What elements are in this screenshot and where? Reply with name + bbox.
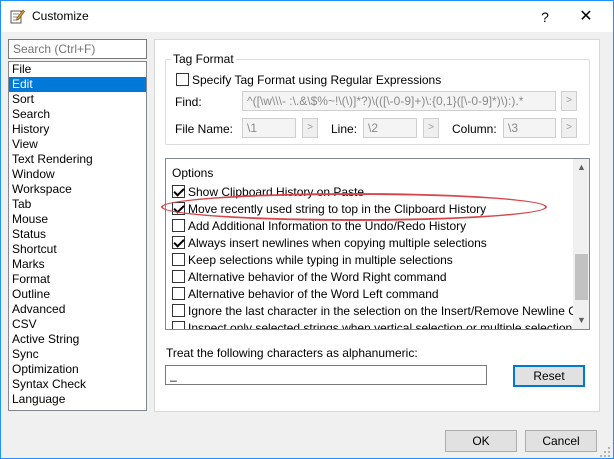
option-checkbox[interactable]	[172, 253, 185, 266]
option-checkbox[interactable]	[172, 287, 185, 300]
alnum-label: Treat the following characters as alphan…	[166, 346, 418, 360]
category-item-outline[interactable]: Outline	[9, 287, 146, 302]
option-checkbox[interactable]	[172, 270, 185, 283]
resize-grip-icon[interactable]	[599, 446, 611, 458]
category-item-text-rendering[interactable]: Text Rendering	[9, 152, 146, 167]
category-item-edit[interactable]: Edit	[9, 77, 146, 92]
category-item-csv[interactable]: CSV	[9, 317, 146, 332]
option-row[interactable]: Show Clipboard History on Paste	[166, 183, 574, 200]
category-item-syntax-check[interactable]: Syntax Check	[9, 377, 146, 392]
option-checkbox[interactable]	[172, 219, 185, 232]
line-label: Line:	[331, 122, 358, 136]
category-item-format[interactable]: Format	[9, 272, 146, 287]
file-name-arrow-button[interactable]: >	[302, 118, 318, 138]
option-checkbox[interactable]	[172, 202, 185, 215]
option-label: Keep selections while typing in multiple…	[188, 253, 453, 267]
option-row[interactable]: Add Additional Information to the Undo/R…	[166, 217, 574, 234]
category-item-sort[interactable]: Sort	[9, 92, 146, 107]
find-field[interactable]: ^([\w\\\- :\.&\$%~!\(\)]*?)\(([\-0-9]+)\…	[242, 91, 556, 111]
category-item-shortcut[interactable]: Shortcut	[9, 242, 146, 257]
option-label: Ignore the last character in the selecti…	[188, 304, 590, 318]
reset-button[interactable]: Reset	[513, 365, 585, 387]
option-row[interactable]: Keep selections while typing in multiple…	[166, 251, 574, 268]
option-row[interactable]: Alternative behavior of the Word Right c…	[166, 268, 574, 285]
title-bar: Customize ? ✕	[1, 1, 613, 32]
option-label: Always insert newlines when copying mult…	[188, 236, 487, 250]
options-list: Options Show Clipboard History on Paste M…	[165, 158, 590, 330]
window-title: Customize	[32, 9, 89, 23]
option-checkbox[interactable]	[172, 304, 185, 317]
close-button[interactable]: ✕	[569, 5, 603, 29]
category-list[interactable]: File Edit Sort Search History View Text Render…	[8, 61, 147, 411]
category-item-search[interactable]: Search	[9, 107, 146, 122]
category-item-tab[interactable]: Tab	[9, 197, 146, 212]
column-label: Column:	[452, 122, 497, 136]
line-arrow-button[interactable]: >	[423, 118, 439, 138]
category-item-history[interactable]: History	[9, 122, 146, 137]
tag-format-group-label: Tag Format	[171, 52, 236, 66]
option-row[interactable]: Alternative behavior of the Word Left co…	[166, 285, 574, 302]
category-item-workspace[interactable]: Workspace	[9, 182, 146, 197]
option-label: Move recently used string to top in the …	[188, 202, 487, 216]
category-item-view[interactable]: View	[9, 137, 146, 152]
file-name-field[interactable]: \1	[242, 118, 296, 138]
customize-dialog: Customize ? ✕ FileEditSortSearchHistoryV…	[0, 0, 614, 459]
option-label: Add Additional Information to the Undo/R…	[188, 219, 467, 233]
option-row[interactable]: Move recently used string to top in the …	[166, 200, 574, 217]
help-button[interactable]: ?	[532, 6, 558, 28]
option-row[interactable]: Inspect only selected strings when verti…	[166, 319, 589, 329]
category-item-optimization[interactable]: Optimization	[9, 362, 146, 377]
alnum-input[interactable]	[165, 365, 487, 385]
option-label: Alternative behavior of the Word Left co…	[188, 287, 439, 301]
scroll-down-icon[interactable]: ▼	[573, 312, 589, 329]
category-item-file[interactable]: File	[9, 62, 146, 77]
category-item-sync[interactable]: Sync	[9, 347, 146, 362]
category-item-window[interactable]: Window	[9, 167, 146, 182]
option-label: Alternative behavior of the Word Right c…	[188, 270, 447, 284]
column-arrow-button[interactable]: >	[561, 118, 577, 138]
cancel-button[interactable]: Cancel	[525, 430, 597, 452]
find-label: Find:	[175, 95, 202, 109]
category-item-language[interactable]: Language	[9, 392, 146, 407]
option-checkbox[interactable]	[172, 185, 185, 198]
option-row[interactable]: Ignore the last character in the selecti…	[166, 302, 589, 319]
category-item-marks[interactable]: Marks	[9, 257, 146, 272]
option-label: Inspect only selected strings when verti…	[188, 321, 590, 330]
line-field[interactable]: \2	[363, 118, 417, 138]
notepad-app-icon	[9, 8, 25, 24]
option-checkbox[interactable]	[172, 236, 185, 249]
option-row[interactable]: Always insert newlines when copying mult…	[166, 234, 574, 251]
scroll-up-icon[interactable]: ▲	[573, 159, 589, 176]
regex-checkbox-label: Specify Tag Format using Regular Express…	[192, 73, 442, 87]
category-item-active-string[interactable]: Active String	[9, 332, 146, 347]
category-item-advanced[interactable]: Advanced	[9, 302, 146, 317]
ok-button[interactable]: OK	[445, 430, 517, 452]
scroll-thumb[interactable]	[575, 254, 588, 300]
category-item-mouse[interactable]: Mouse	[9, 212, 146, 227]
file-name-label: File Name:	[175, 122, 234, 136]
category-item-status[interactable]: Status	[9, 227, 146, 242]
options-scrollbar[interactable]: ▲ ▼	[573, 159, 589, 329]
option-checkbox[interactable]	[172, 321, 185, 329]
options-header: Options	[172, 166, 214, 180]
find-arrow-button[interactable]: >	[561, 91, 577, 111]
column-field[interactable]: \3	[503, 118, 556, 138]
search-input[interactable]	[8, 39, 147, 59]
option-label: Show Clipboard History on Paste	[188, 185, 365, 199]
regex-checkbox[interactable]	[176, 73, 189, 86]
